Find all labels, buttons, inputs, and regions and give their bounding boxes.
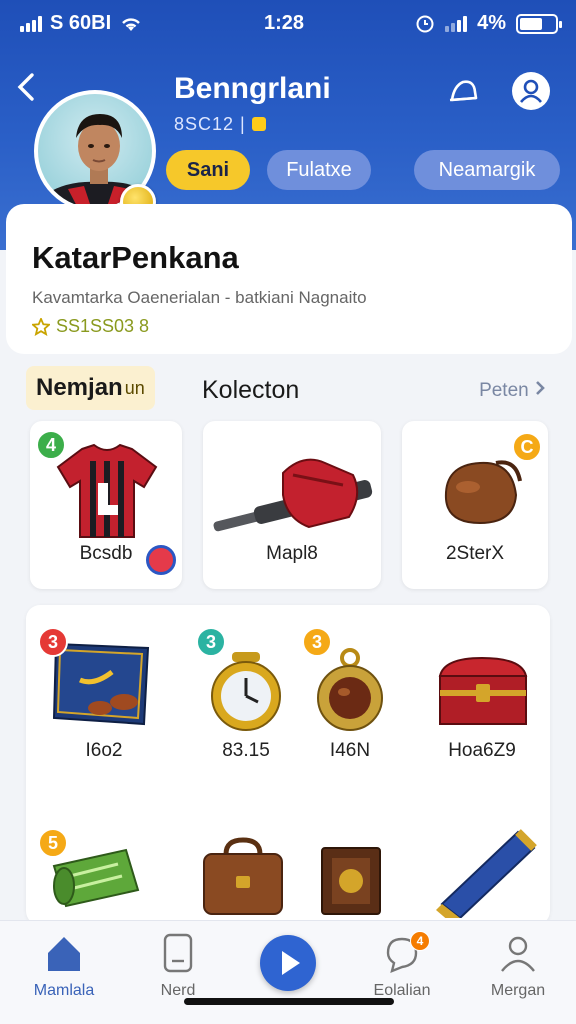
bottom-nav: Mamlala Nerd Eolalian 4 Mergan	[0, 920, 576, 1024]
nav-nerd[interactable]: Nerd	[128, 933, 228, 1000]
profile-name: Benngrlani	[174, 72, 331, 105]
tab-kolecton[interactable]: Kolecton	[202, 376, 299, 405]
item-label: Mapl8	[266, 543, 318, 564]
item-label: Hoa6Z9	[448, 740, 516, 761]
bazooka-bag-icon	[213, 458, 373, 532]
see-all-link[interactable]: Peten	[479, 380, 546, 402]
count-badge: 3	[38, 627, 68, 657]
user-icon	[520, 79, 542, 103]
chevron-right-icon	[536, 381, 545, 395]
back-button[interactable]	[14, 70, 36, 110]
play-button[interactable]	[260, 935, 316, 991]
info-title: KatarPenkana	[32, 240, 239, 275]
nav-home[interactable]: Mamlala	[14, 933, 114, 1000]
chest-icon[interactable]	[436, 654, 530, 730]
info-card: KatarPenkana Kavamtarka Oaenerialan - ba…	[6, 204, 572, 354]
carrier-label: S 60BI	[50, 12, 112, 34]
home-indicator	[184, 998, 394, 1005]
clock: 1:28	[264, 12, 305, 34]
collection-tabs: Nemjan un Kolecton Peten	[0, 362, 576, 418]
clock-icon[interactable]	[206, 650, 286, 732]
cell-signal-icon	[445, 15, 468, 32]
item-label: I6o2	[85, 740, 123, 761]
item-label: 2SterX	[445, 543, 505, 564]
chevron-left-icon	[17, 73, 34, 101]
primary-tag-button[interactable]: Sani	[166, 150, 250, 190]
nav-eolalian[interactable]: Eolalian	[352, 933, 452, 1000]
profile-settings-button[interactable]	[512, 72, 550, 110]
play-icon	[282, 951, 300, 975]
count-badge: C	[512, 432, 542, 462]
notification-dot: 4	[410, 931, 430, 951]
item-label: 83.15	[222, 740, 270, 761]
count-badge: 3	[196, 627, 226, 657]
star-icon	[32, 317, 50, 336]
info-subtitle: Kavamtarka Oaenerialan - batkiani Nagnai…	[32, 288, 367, 307]
count-badge: 3	[302, 627, 332, 657]
signal-icon	[20, 15, 42, 32]
tab-nemjan[interactable]: Nemjan un	[26, 366, 155, 410]
app-screen: S 60BI 1:28 4% Benngrlani 8SC12 | Sani F…	[0, 0, 576, 1024]
pouch-icon	[444, 460, 522, 525]
wifi-icon	[122, 17, 141, 31]
verified-icon	[251, 117, 266, 131]
frame-icon[interactable]	[318, 844, 384, 918]
map-icon[interactable]	[50, 846, 142, 910]
profile-id: 8SC12 |	[174, 114, 266, 135]
battery-percent: 4%	[477, 12, 506, 34]
nav-profile[interactable]: Mergan	[468, 933, 568, 1000]
jersey-icon	[56, 443, 158, 538]
count-badge: 5	[38, 828, 68, 858]
telescope-icon[interactable]	[436, 828, 538, 918]
suitcase-icon[interactable]	[200, 836, 286, 918]
status-bar: S 60BI 1:28 4%	[0, 10, 576, 38]
item-label: I46N	[329, 740, 371, 761]
phone-icon	[163, 933, 193, 973]
bell-icon[interactable]	[444, 72, 482, 110]
club-badge-icon	[146, 545, 176, 575]
alarm-icon	[416, 15, 434, 32]
tertiary-tag-button[interactable]: Neamargik	[414, 150, 560, 190]
item-card-weapon[interactable]: Mapl8	[203, 421, 381, 589]
amulet-icon[interactable]	[314, 648, 386, 734]
home-icon	[48, 937, 80, 971]
person-icon	[501, 936, 535, 972]
battery-icon	[516, 13, 562, 34]
points-row: SS1SS03 8	[32, 316, 149, 337]
count-badge: 4	[36, 430, 66, 460]
secondary-tag-button[interactable]: Fulatxe	[267, 150, 371, 190]
